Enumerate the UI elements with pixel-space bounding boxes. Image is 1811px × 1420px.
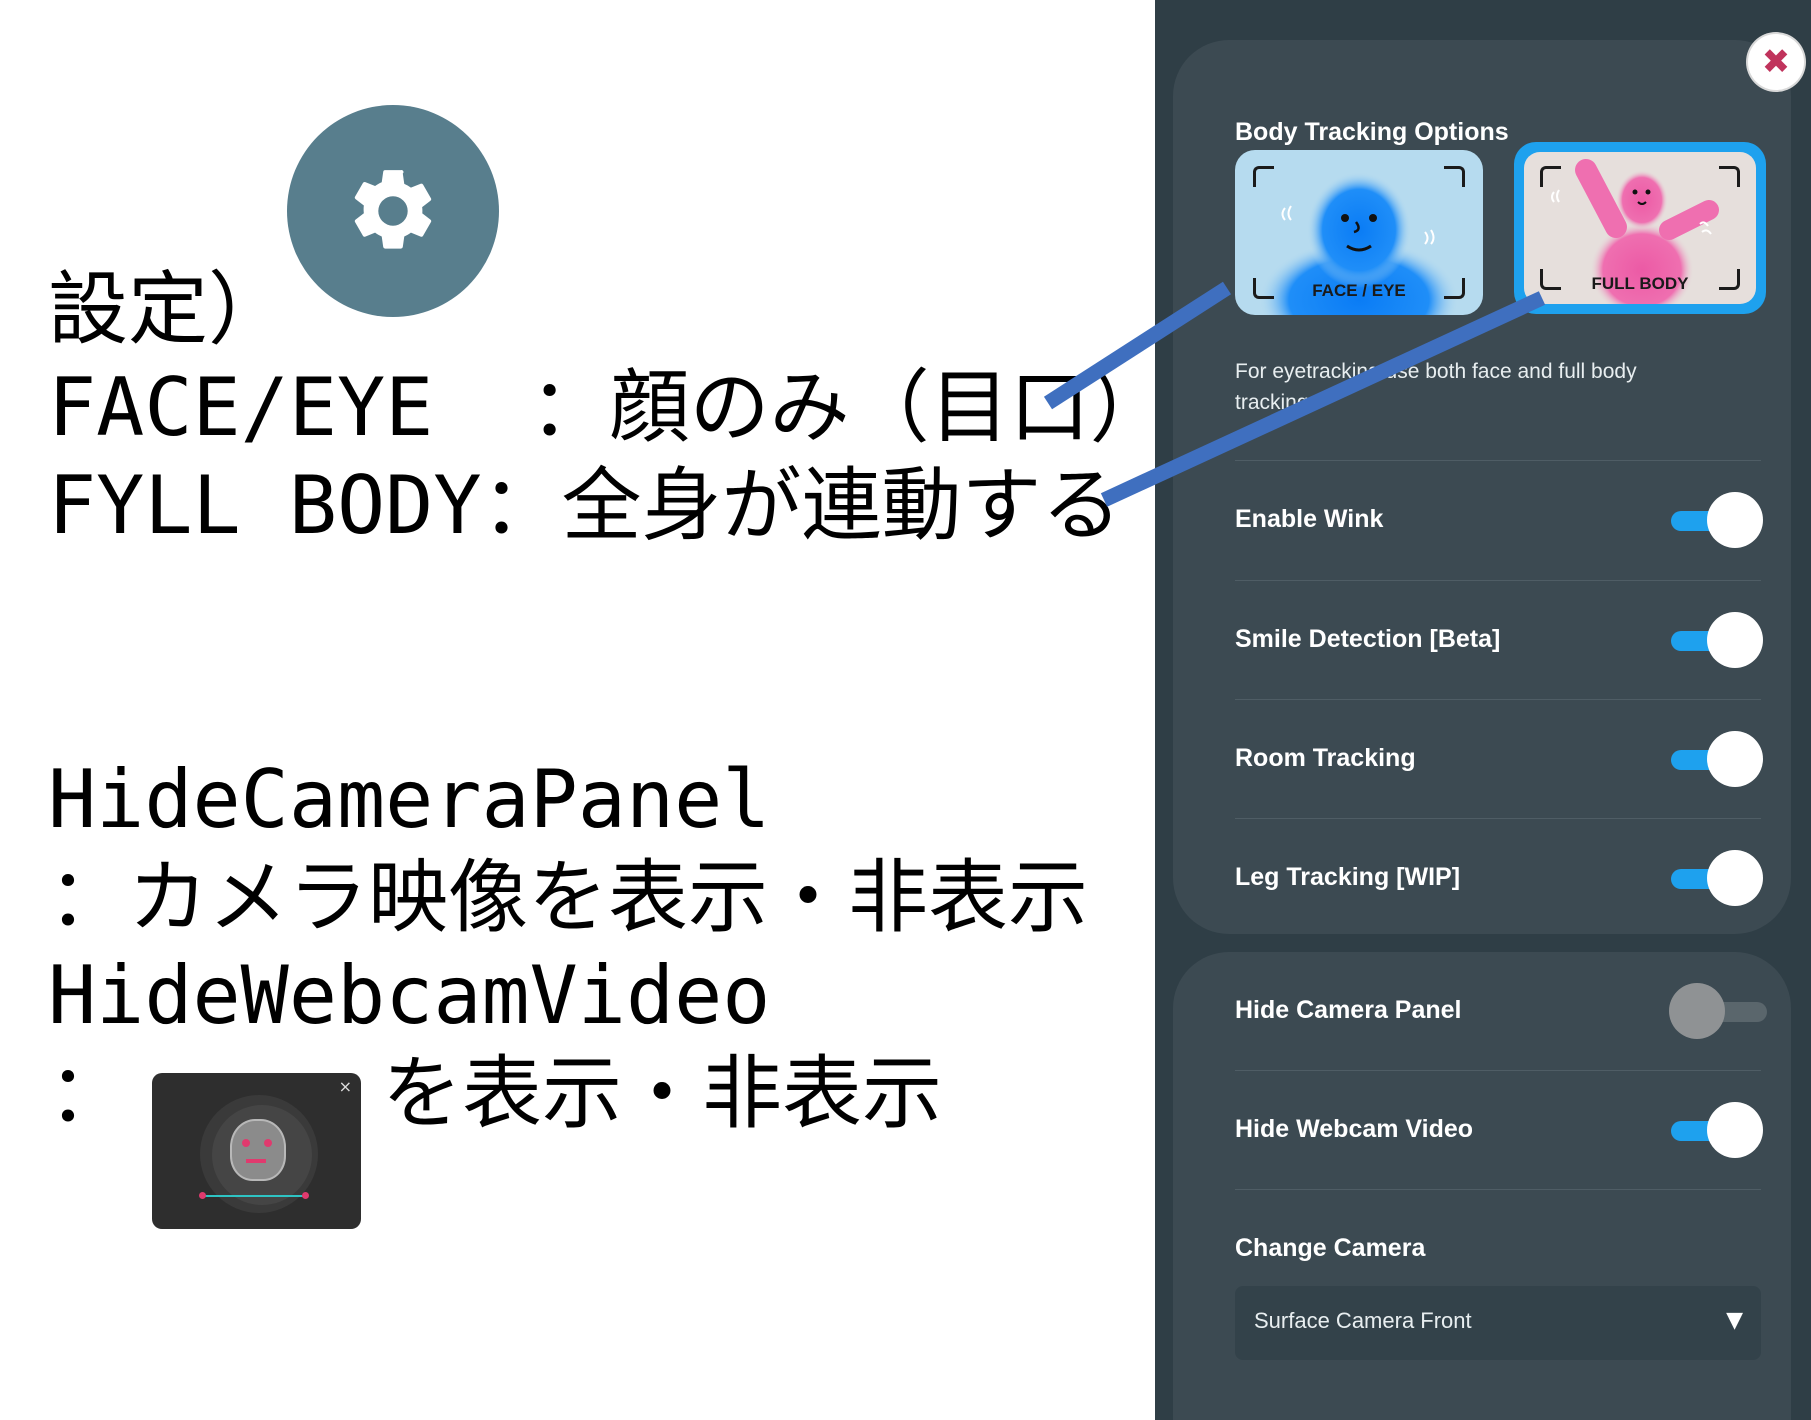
body-tracking-description: For eyetracking use both face and full b… (1235, 360, 1637, 414)
face-mesh-icon (230, 1119, 286, 1181)
camera-select[interactable]: Surface Camera Front ▼ (1235, 1286, 1761, 1360)
hide-webcam-video-toggle[interactable] (1669, 1100, 1767, 1160)
face-eye-label: FACE / EYE (1312, 281, 1406, 300)
camera-select-value: Surface Camera Front (1254, 1308, 1472, 1333)
toggle-knob (1707, 1102, 1763, 1158)
room-tracking-label: Room Tracking (1235, 744, 1416, 772)
toggle-knob (1707, 492, 1763, 548)
frame-corner (1540, 166, 1561, 187)
gear-icon (354, 170, 432, 249)
annotation-area: 設定） FACE/EYE ：顔のみ（目口） FYLL BODY：全身が連動する … (0, 0, 1170, 1420)
annotation-face-eye: FACE/EYE ：顔のみ（目口） (48, 361, 1170, 454)
annotation-settings: 設定） (48, 263, 288, 356)
leg-tracking-label: Leg Tracking [WIP] (1235, 863, 1461, 891)
divider (1235, 580, 1761, 581)
frame-corner (1444, 166, 1465, 187)
settings-panel: Body Tracking Options FACE / EYE FULL BO… (1155, 0, 1811, 1420)
toggle-knob (1707, 612, 1763, 668)
webcam-preview-thumbnail: × (152, 1073, 361, 1229)
divider (1235, 699, 1761, 700)
leg-tracking-toggle[interactable] (1669, 848, 1767, 908)
body-tracking-card: Body Tracking Options FACE / EYE FULL BO… (1173, 40, 1791, 934)
eye-marker (242, 1139, 250, 1147)
annotation-hide-webcam-video-prefix: ： (48, 1047, 128, 1140)
close-icon: × (338, 1077, 352, 1096)
full-body-option-inner: FULL BODY (1524, 152, 1756, 304)
frame-corner (1719, 166, 1740, 187)
settings-button-illustration (287, 105, 499, 317)
annotation-full-body: FYLL BODY：全身が連動する (48, 459, 1122, 552)
close-icon: ✖ (1761, 42, 1791, 82)
full-body-option[interactable]: FULL BODY (1514, 142, 1766, 314)
divider (1235, 818, 1761, 819)
mouth-marker (246, 1159, 266, 1163)
body-tracking-title: Body Tracking Options (1235, 118, 1509, 146)
eye-marker (264, 1139, 272, 1147)
toggle-knob (1707, 850, 1763, 906)
baseline-dot (199, 1192, 206, 1199)
smile-detection-toggle[interactable] (1669, 610, 1767, 670)
annotation-hide-webcam-video-desc: を表示・非表示 (382, 1047, 942, 1140)
frame-corner (1253, 166, 1274, 187)
annotation-hide-camera-panel: HideCameraPanel (48, 753, 771, 846)
enable-wink-label: Enable Wink (1235, 505, 1384, 533)
hide-camera-panel-label: Hide Camera Panel (1235, 996, 1462, 1024)
divider (1235, 460, 1761, 461)
hide-webcam-video-label: Hide Webcam Video (1235, 1115, 1474, 1143)
divider (1235, 1070, 1761, 1071)
annotation-hide-webcam-video: HideWebcamVideo (48, 949, 771, 1042)
smile-detection-label: Smile Detection [Beta] (1235, 625, 1501, 653)
camera-settings-card: Hide Camera Panel Hide Webcam Video Chan… (1173, 952, 1791, 1420)
enable-wink-toggle[interactable] (1669, 490, 1767, 550)
toggle-knob (1669, 983, 1725, 1039)
face-eye-option[interactable]: FACE / EYE (1235, 150, 1483, 315)
divider (1235, 1189, 1761, 1190)
annotation-hide-camera-panel-desc: ：カメラ映像を表示・非表示 (48, 851, 1088, 944)
caret-down-icon: ▼ (1726, 1308, 1743, 1333)
room-tracking-toggle[interactable] (1669, 729, 1767, 789)
change-camera-label: Change Camera (1235, 1234, 1426, 1262)
full-body-label: FULL BODY (1591, 274, 1689, 293)
baseline-dot (302, 1192, 309, 1199)
toggle-knob (1707, 731, 1763, 787)
tracking-baseline (202, 1195, 306, 1197)
hide-camera-panel-toggle[interactable] (1669, 981, 1767, 1041)
close-button[interactable]: ✖ (1748, 34, 1804, 90)
